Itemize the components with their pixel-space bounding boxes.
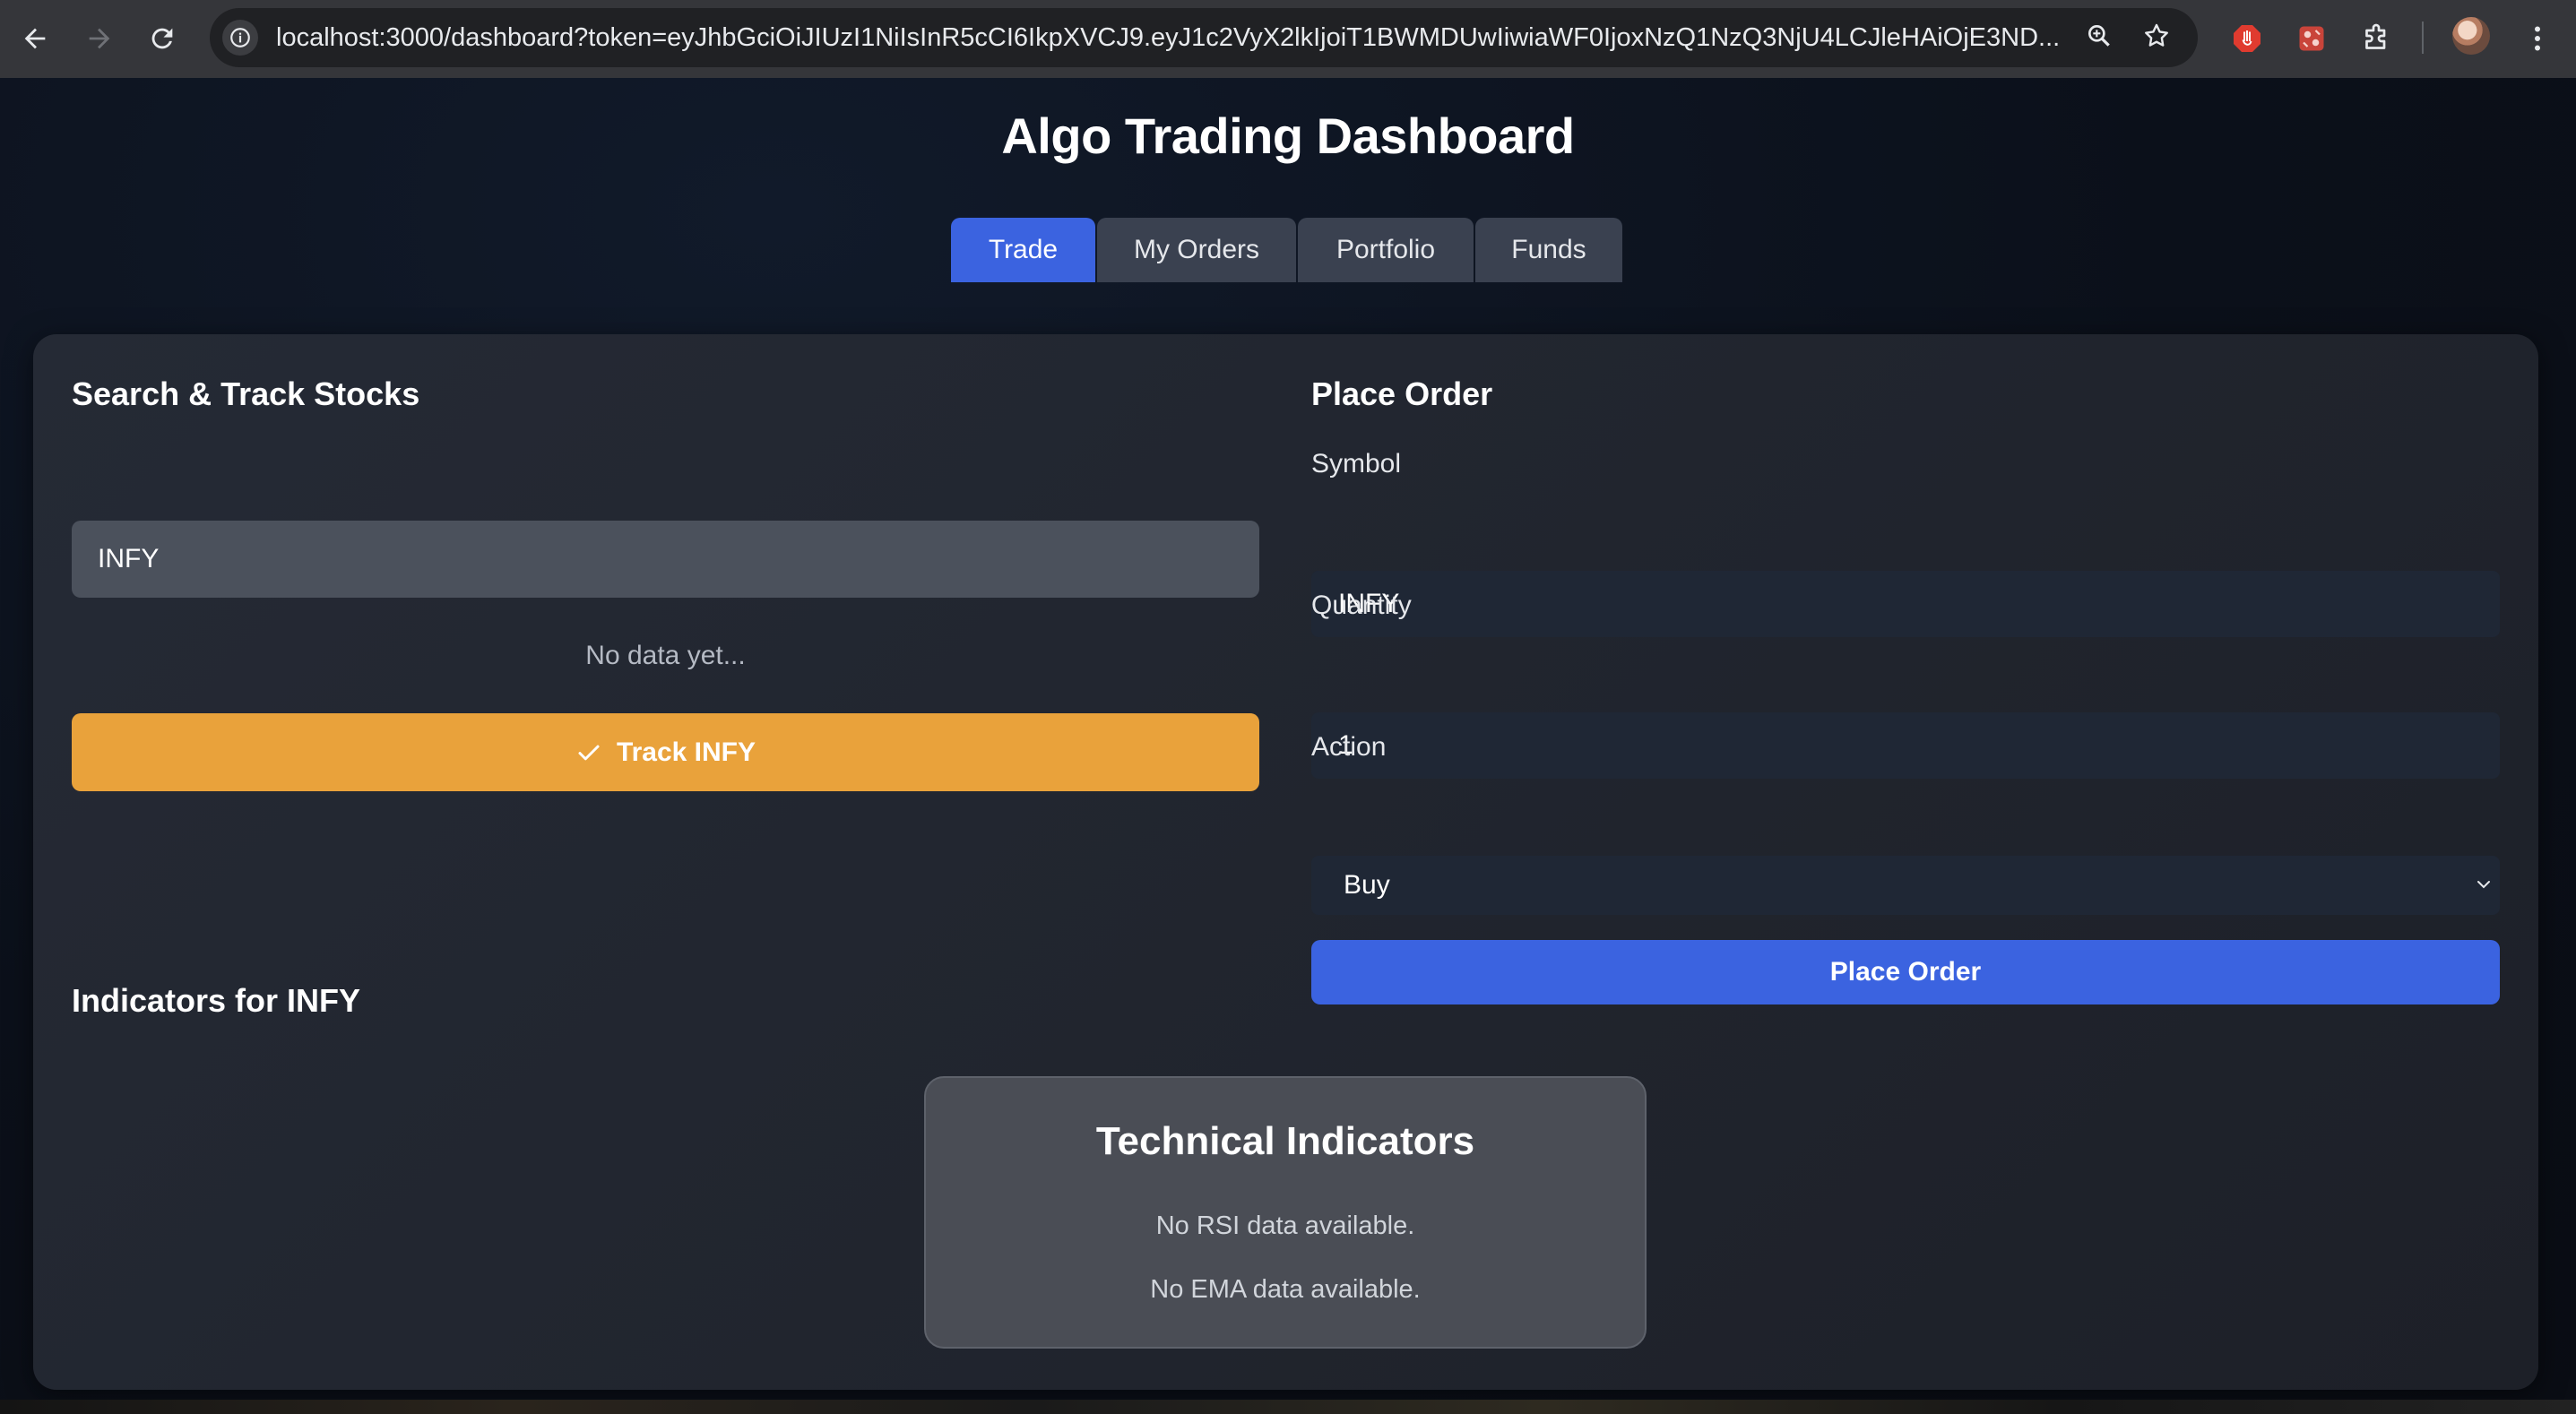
trade-panel: Search & Track Stocks No data yet... Tra… — [33, 334, 2538, 1390]
stock-search-input[interactable] — [72, 521, 1259, 598]
place-order-button[interactable]: Place Order — [1311, 940, 2500, 1004]
forward-icon[interactable] — [79, 18, 120, 59]
url-text[interactable]: localhost:3000/dashboard?token=eyJhbGciO… — [276, 8, 2275, 67]
toolbar-divider — [2422, 22, 2424, 54]
search-section-title: Search & Track Stocks — [72, 375, 420, 412]
extension-stop-icon[interactable] — [2226, 18, 2268, 59]
ema-message: No EMA data available. — [1150, 1275, 1421, 1304]
symbol-label: Symbol — [1311, 449, 1402, 479]
quantity-input[interactable]: 1 — [1311, 712, 2500, 779]
tab-my-orders[interactable]: My Orders — [1097, 218, 1296, 282]
rsi-message: No RSI data available. — [1155, 1211, 1415, 1240]
reload-icon[interactable] — [142, 18, 183, 59]
check-icon — [578, 745, 600, 760]
action-select[interactable]: Buy — [1311, 856, 2500, 915]
no-data-message: No data yet... — [585, 641, 746, 670]
browser-toolbar: localhost:3000/dashboard?token=eyJhbGciO… — [0, 0, 2576, 78]
order-section-title: Place Order — [1311, 375, 1493, 412]
indicators-section-title: Indicators for INFY — [72, 982, 361, 1019]
tab-funds[interactable]: Funds — [1475, 218, 1622, 282]
desktop-background-strip — [0, 1400, 2576, 1414]
tab-bar: Trade My Orders Portfolio Funds — [951, 218, 1622, 282]
indicator-card-title: Technical Indicators — [1095, 1119, 1475, 1163]
track-button-label: Track INFY — [616, 737, 756, 767]
chevron-down-icon — [2471, 872, 2496, 897]
profile-avatar[interactable] — [2452, 17, 2490, 55]
address-bar[interactable]: localhost:3000/dashboard?token=eyJhbGciO… — [210, 8, 2198, 67]
extensions-icon[interactable] — [2356, 18, 2397, 59]
action-select-value: Buy — [1344, 870, 1390, 900]
menu-kebab-icon[interactable] — [2517, 18, 2558, 59]
quantity-label: Quantity — [1311, 591, 1412, 620]
site-info-icon[interactable] — [222, 20, 258, 56]
technical-indicators-card: Technical Indicators No RSI data availab… — [924, 1076, 1647, 1349]
symbol-input[interactable]: INFY — [1311, 571, 2500, 637]
track-stock-button[interactable]: Track INFY — [72, 713, 1259, 791]
action-label: Action — [1311, 732, 1387, 762]
tab-portfolio[interactable]: Portfolio — [1298, 218, 1474, 282]
zoom-icon[interactable] — [2081, 18, 2117, 54]
dashboard-page: Algo Trading Dashboard Trade My Orders P… — [0, 78, 2576, 1414]
extension-puzzle-red-icon[interactable] — [2291, 18, 2332, 59]
bookmark-star-icon[interactable] — [2139, 18, 2174, 54]
page-title: Algo Trading Dashboard — [1001, 108, 1575, 164]
tab-trade[interactable]: Trade — [951, 218, 1095, 282]
back-icon[interactable] — [14, 18, 56, 59]
